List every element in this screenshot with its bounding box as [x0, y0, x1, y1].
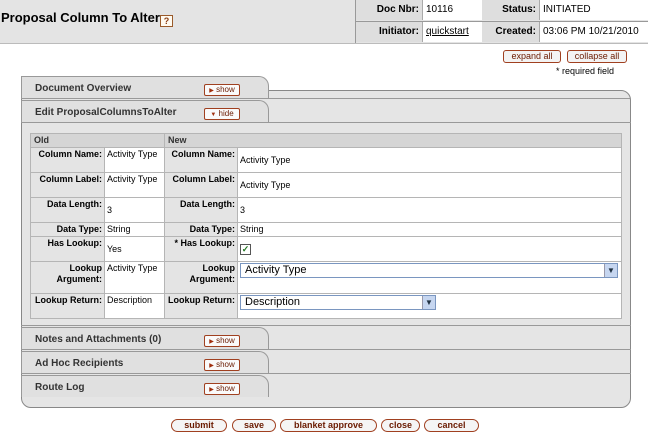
tab-notes-label: Notes and Attachments (0): [35, 334, 162, 345]
section-divider: [21, 98, 631, 99]
lookup-return-cell: Description ▼: [237, 293, 622, 319]
notes-show-button[interactable]: ▶ show: [204, 335, 240, 347]
show-label: show: [216, 336, 235, 345]
new-row-label: Column Name:: [164, 147, 238, 173]
new-row-label: Lookup Argument:: [164, 261, 238, 294]
old-row-label: Lookup Return:: [30, 293, 105, 319]
required-field-note: * required field: [556, 66, 615, 76]
initiator-link[interactable]: quickstart: [422, 22, 482, 42]
old-row-label: Data Length:: [30, 197, 105, 223]
old-row-label: Data Type:: [30, 222, 105, 237]
has-lookup-cell: ✓: [237, 236, 622, 262]
old-row-label: Column Label:: [30, 172, 105, 198]
help-icon[interactable]: ?: [160, 15, 173, 27]
blanket-approve-button[interactable]: blanket approve: [280, 419, 377, 432]
old-value: Activity Type: [104, 147, 165, 173]
show-label: show: [216, 360, 235, 369]
new-value: 3: [237, 197, 622, 223]
new-row-label: Column Label:: [164, 172, 238, 198]
hide-label: hide: [218, 109, 234, 118]
initiator-label: Initiator:: [356, 22, 422, 42]
lookup-argument-select[interactable]: Activity Type ▼: [240, 263, 618, 278]
document-header: Proposal Column To Alter ? Doc Nbr: 1011…: [0, 0, 648, 44]
has-lookup-checkbox[interactable]: ✓: [240, 243, 251, 255]
tab-route-log: Route Log ▶ show: [21, 375, 269, 397]
tab-document-overview: Document Overview ▶ show: [21, 76, 269, 98]
lookup-argument-cell: Activity Type ▼: [237, 261, 622, 294]
triangle-right-icon: ▶: [209, 88, 214, 94]
tab-adhoc-label: Ad Hoc Recipients: [35, 358, 124, 369]
document-overview-show-button[interactable]: ▶ show: [204, 84, 240, 96]
chevron-down-icon: ▼: [604, 264, 617, 277]
created-value: 03:06 PM 10/21/2010: [539, 22, 648, 42]
close-button[interactable]: close: [381, 419, 420, 432]
section-divider: [21, 122, 631, 123]
new-value: Activity Type: [237, 172, 622, 198]
old-row-label: Column Name:: [30, 147, 105, 173]
adhoc-show-button[interactable]: ▶ show: [204, 359, 240, 371]
old-value: String: [104, 222, 165, 237]
doc-nbr-value: 10116: [422, 0, 482, 20]
old-value: Activity Type: [104, 172, 165, 198]
document-info-grid: Doc Nbr: 10116 Status: INITIATED Initiat…: [355, 0, 648, 43]
status-label: Status:: [482, 0, 539, 20]
show-label: show: [216, 384, 235, 393]
old-value: Activity Type: [104, 261, 165, 294]
new-column-header: New: [164, 133, 622, 148]
triangle-right-icon: ▶: [209, 387, 214, 393]
triangle-right-icon: ▶: [209, 363, 214, 369]
action-button-bar: submit save blanket approve close cancel: [0, 419, 648, 433]
old-row-label: Lookup Argument:: [30, 261, 105, 294]
new-row-label: Data Type:: [164, 222, 238, 237]
old-row-label: Has Lookup:: [30, 236, 105, 262]
new-row-label: Lookup Return:: [164, 293, 238, 319]
show-label: show: [216, 85, 235, 94]
old-value: 3: [104, 197, 165, 223]
tab-edit-label: Edit ProposalColumnsToAlter: [35, 107, 177, 118]
tab-document-overview-label: Document Overview: [35, 83, 132, 94]
new-row-label: * Has Lookup:: [164, 236, 238, 262]
section-divider: [21, 373, 631, 374]
tab-notes-attachments: Notes and Attachments (0) ▶ show: [21, 327, 269, 349]
edit-hide-button[interactable]: ▼ hide: [204, 108, 240, 120]
tab-edit-proposal-columns: Edit ProposalColumnsToAlter ▼ hide: [21, 100, 269, 122]
old-value: Description: [104, 293, 165, 319]
created-label: Created:: [482, 22, 539, 42]
route-log-show-button[interactable]: ▶ show: [204, 383, 240, 395]
old-column-header: Old: [30, 133, 165, 148]
status-value: INITIATED: [539, 0, 648, 20]
section-divider: [21, 349, 631, 350]
lookup-argument-selected: Activity Type: [245, 264, 307, 276]
tab-route-log-label: Route Log: [35, 382, 85, 393]
edit-columns-table: Old New Column Name: Activity Type Colum…: [30, 133, 622, 319]
new-row-label: Data Length:: [164, 197, 238, 223]
new-value: Activity Type: [237, 147, 622, 173]
triangle-down-icon: ▼: [210, 112, 217, 118]
tab-ad-hoc-recipients: Ad Hoc Recipients ▶ show: [21, 351, 269, 373]
expand-all-button[interactable]: expand all: [503, 50, 561, 63]
section-divider: [21, 325, 631, 326]
chevron-down-icon: ▼: [422, 296, 435, 309]
cancel-button[interactable]: cancel: [424, 419, 479, 432]
new-value: String: [237, 222, 622, 237]
old-value: Yes: [104, 236, 165, 262]
page-title: Proposal Column To Alter: [1, 10, 160, 25]
lookup-return-select[interactable]: Description ▼: [240, 295, 436, 310]
doc-nbr-label: Doc Nbr:: [356, 0, 422, 20]
save-button[interactable]: save: [232, 419, 276, 432]
lookup-return-selected: Description: [245, 296, 301, 308]
triangle-right-icon: ▶: [209, 339, 214, 345]
collapse-all-button[interactable]: collapse all: [567, 50, 627, 63]
submit-button[interactable]: submit: [171, 419, 227, 432]
